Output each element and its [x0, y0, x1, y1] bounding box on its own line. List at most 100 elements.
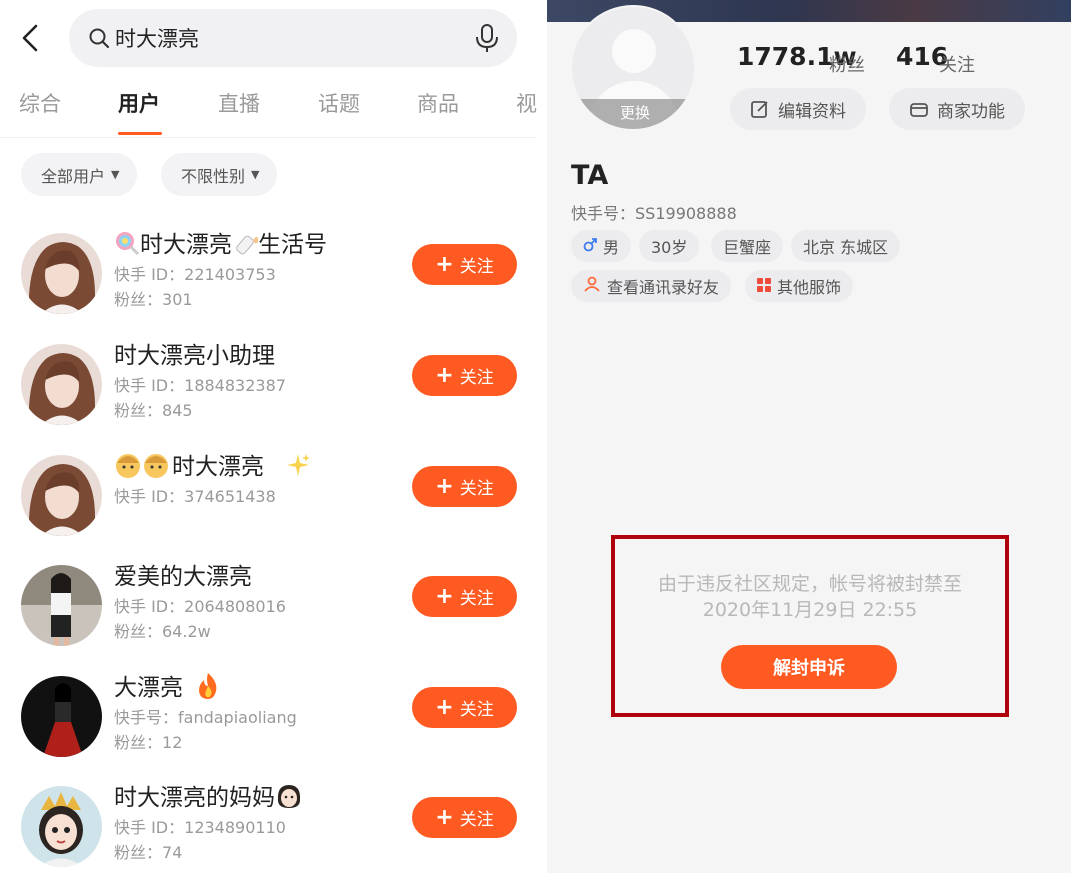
profile-name: TA: [571, 160, 609, 191]
edit-profile-label: 编辑资料: [778, 101, 846, 122]
tab-comprehensive[interactable]: 综合: [19, 88, 61, 118]
avatar[interactable]: [21, 676, 102, 757]
user-list-item[interactable]: 时大漂亮 生活号 快手 ID：221403753 粉丝：301 + 关注: [0, 225, 537, 325]
user-id: 快手 ID：1884832387: [114, 376, 286, 395]
search-icon: [89, 28, 110, 49]
active-tab-indicator: [118, 132, 162, 135]
tab-products[interactable]: 商品: [417, 88, 459, 118]
tab-videos[interactable]: 视: [516, 88, 537, 118]
edit-profile-button[interactable]: 编辑资料: [730, 88, 866, 130]
fans-label: 粉丝: [829, 55, 865, 76]
user-name: 时大漂亮小助理: [114, 343, 275, 369]
follow-button[interactable]: + 关注: [412, 466, 517, 507]
user-list-item[interactable]: 时大漂亮的妈妈 快手 ID：1234890110 粉丝：74 + 关注: [0, 778, 537, 878]
user-fans: 粉丝：64.2w: [114, 622, 211, 641]
baby-face-icon: [114, 451, 172, 485]
follow-label: 关注: [459, 589, 494, 609]
sparkles-icon: [285, 452, 311, 484]
tabs-divider: [0, 137, 537, 138]
user-list-item[interactable]: 大漂亮 快手号：fandapiaoliang 粉丝：12 + 关注: [0, 668, 537, 768]
user-id: 快手号：fandapiaoliang: [114, 708, 297, 727]
user-fans: 粉丝：74: [114, 843, 183, 862]
caret-down-icon: ▼: [251, 168, 260, 181]
plus-icon: +: [435, 584, 454, 609]
chevron-left-icon: [22, 24, 38, 52]
caret-down-icon: ▼: [111, 168, 120, 181]
ban-notice-line2: 2020年11月29日 22:55: [702, 599, 918, 621]
gender-filter[interactable]: 不限性别 ▼: [161, 153, 278, 196]
avatar[interactable]: [21, 786, 102, 867]
zodiac-tag: 巨蟹座: [711, 230, 784, 262]
follow-label: 关注: [459, 257, 494, 277]
other-apparel-tag[interactable]: 其他服饰: [745, 270, 854, 302]
user-name: 大漂亮: [114, 668, 220, 706]
follow-button[interactable]: + 关注: [412, 355, 517, 396]
user-fans: 粉丝：301: [114, 290, 193, 309]
plus-icon: +: [435, 252, 454, 277]
follow-label: 关注: [459, 810, 494, 830]
change-avatar-button[interactable]: 更换: [572, 99, 694, 129]
plus-icon: +: [435, 363, 454, 388]
appeal-button[interactable]: 解封申诉: [721, 645, 897, 689]
search-tabs: 综合 用户 直播 话题 商品 视: [0, 88, 537, 136]
shop-icon: [910, 103, 928, 117]
edit-icon: [751, 101, 768, 118]
user-name: 时大漂亮 生活号: [114, 225, 327, 262]
back-button[interactable]: [14, 22, 46, 54]
follow-button[interactable]: + 关注: [412, 244, 517, 285]
view-contacts-button[interactable]: 查看通讯录好友: [571, 270, 732, 302]
contacts-icon: [583, 275, 601, 297]
user-name-text: 时大漂亮: [140, 232, 232, 258]
age-tag: 30岁: [639, 230, 700, 262]
ban-notice: 由于违反社区规定，帐号将被封禁至 2020年11月29日 22:55: [615, 571, 1005, 623]
user-list-item[interactable]: 爱美的大漂亮 快手 ID：2064808016 粉丝：64.2w + 关注: [0, 557, 537, 657]
view-contacts-label: 查看通讯录好友: [607, 278, 720, 297]
user-name: 时大漂亮的妈妈: [114, 778, 303, 816]
other-apparel-label: 其他服饰: [777, 278, 842, 297]
microphone-icon[interactable]: [473, 23, 501, 53]
woman-face-icon: [275, 782, 303, 816]
plus-icon: +: [435, 474, 454, 499]
user-fans: 粉丝：12: [114, 733, 183, 752]
user-name-suffix: 生活号: [258, 232, 327, 258]
grid-icon: [757, 277, 771, 296]
merchant-features-button[interactable]: 商家功能: [889, 88, 1025, 130]
follow-label: 关注: [459, 368, 494, 388]
user-type-filter[interactable]: 全部用户 ▼: [21, 153, 138, 196]
kuaishou-id: 快手号：SS19908888: [571, 204, 737, 223]
screenshot-root: 时大漂亮 综合 用户 直播 话题 商品 视 全部用户 ▼ 不限性别 ▼ 时大漂亮…: [0, 0, 1080, 881]
tab-live[interactable]: 直播: [218, 88, 260, 118]
user-id: 快手 ID：1234890110: [114, 818, 286, 837]
follow-label: 关注: [459, 479, 494, 499]
tab-topics[interactable]: 话题: [318, 88, 360, 118]
user-name: 时大漂亮: [114, 447, 311, 485]
search-results-panel: 时大漂亮 综合 用户 直播 话题 商品 视 全部用户 ▼ 不限性别 ▼ 时大漂亮…: [0, 0, 537, 881]
follow-button[interactable]: + 关注: [412, 687, 517, 728]
lollipop-icon: [114, 230, 140, 262]
tab-users[interactable]: 用户: [118, 88, 160, 118]
fire-icon: [196, 672, 220, 706]
user-list-item[interactable]: 时大漂亮小助理 快手 ID：1884832387 粉丝：845 + 关注: [0, 336, 537, 436]
location-tag: 北京 东城区: [791, 230, 901, 262]
avatar[interactable]: [21, 233, 102, 314]
user-id: 快手 ID：374651438: [114, 487, 276, 506]
search-query: 时大漂亮: [115, 27, 199, 51]
user-type-filter-label: 全部用户: [41, 166, 106, 186]
user-name: 爱美的大漂亮: [114, 564, 252, 590]
follow-label: 关注: [459, 700, 494, 720]
profile-panel: 更换 1778.1w 粉丝 416 关注 编辑资料 商家功能 TA 快手号：SS…: [547, 0, 1071, 873]
avatar[interactable]: [21, 565, 102, 646]
gender-filter-label: 不限性别: [181, 166, 246, 186]
merchant-label: 商家功能: [937, 101, 1005, 122]
user-id: 快手 ID：221403753: [114, 265, 276, 284]
profile-avatar[interactable]: 更换: [570, 5, 696, 131]
avatar-placeholder-head: [612, 29, 656, 73]
avatar[interactable]: [21, 455, 102, 536]
user-name-text: 大漂亮: [114, 675, 183, 701]
user-list-item[interactable]: 时大漂亮 快手 ID：374651438 + 关注: [0, 447, 537, 547]
follow-button[interactable]: + 关注: [412, 576, 517, 617]
avatar[interactable]: [21, 344, 102, 425]
user-id: 快手 ID：2064808016: [114, 597, 286, 616]
follow-button[interactable]: + 关注: [412, 797, 517, 838]
search-input[interactable]: 时大漂亮: [69, 9, 517, 67]
